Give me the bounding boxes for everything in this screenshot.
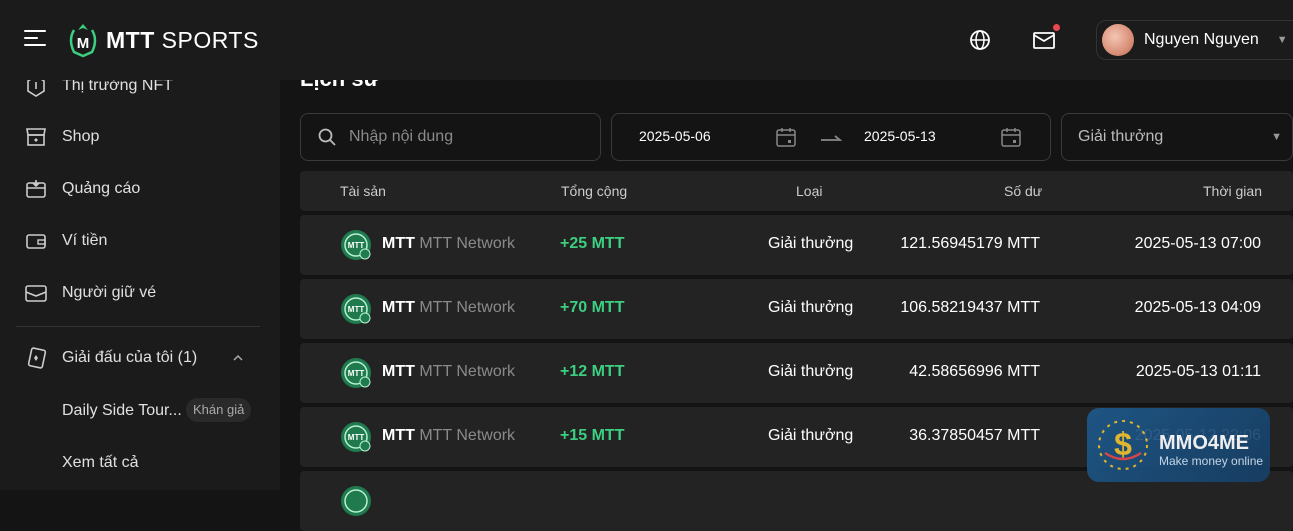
- sidebar-item-my-tournaments[interactable]: Giải đấu của tôi (1): [24, 345, 197, 371]
- ads-icon: [26, 180, 46, 198]
- sidebar-item-label: Quảng cáo: [62, 180, 141, 197]
- svg-text:M: M: [77, 35, 90, 52]
- asset-cell: MTT MTT Network: [382, 427, 515, 445]
- logo-icon: M: [69, 24, 97, 58]
- asset-network: MTT Network: [419, 427, 516, 444]
- cards-icon: [27, 347, 47, 369]
- search-input[interactable]: [349, 128, 589, 146]
- total-cell: +12 MTT: [560, 363, 625, 380]
- sidebar-subitem-view-all[interactable]: Xem tất cả: [62, 454, 138, 472]
- sidebar-item-ticket-holder[interactable]: Người giữ vé: [24, 280, 156, 306]
- balance-cell: 106.58219437 MTT: [900, 299, 1040, 316]
- calendar-icon[interactable]: [775, 126, 797, 148]
- logo-rest: SPORTS: [154, 26, 259, 53]
- asset-symbol: MTT: [382, 299, 415, 316]
- column-header-time: Thời gian: [1203, 183, 1262, 199]
- balance-cell: 121.56945179 MTT: [900, 235, 1040, 252]
- date-to[interactable]: 2025-05-13: [864, 128, 936, 144]
- type-cell: Giải thưởng: [768, 235, 854, 252]
- asset-cell: MTT MTT Network: [382, 299, 515, 317]
- time-cell: 2025-05-13 01:11: [1135, 363, 1261, 380]
- watermark-subtitle: Make money online: [1159, 454, 1264, 468]
- type-cell: Giải thưởng: [768, 427, 854, 444]
- notification-dot: [1053, 24, 1060, 31]
- chevron-up-icon[interactable]: [232, 352, 244, 364]
- asset-symbol: MTT: [382, 363, 415, 380]
- asset-network: MTT Network: [419, 363, 516, 380]
- sidebar-item-shop[interactable]: Shop: [24, 124, 99, 150]
- status-badge: Khán giả: [186, 398, 252, 422]
- type-filter-value: Giải thưởng: [1078, 128, 1164, 145]
- dollar-globe-icon: $: [1098, 420, 1148, 470]
- logo[interactable]: M MTT SPORTS: [66, 22, 259, 58]
- sidebar: Thị trường NFT Shop Quảng cáo Ví tiền Ng…: [0, 75, 280, 490]
- table-row[interactable]: MTT MTT MTT Network +25 MTT Giải thưởng 121.…: [300, 215, 1293, 275]
- mtt-coin-icon: MTT: [341, 230, 371, 260]
- time-cell: 2025-05-13 07:00: [1134, 235, 1261, 252]
- wallet-icon: [26, 234, 46, 249]
- globe-icon[interactable]: [968, 28, 992, 52]
- sidebar-item-label: Ví tiền: [62, 232, 108, 249]
- type-filter-select[interactable]: Giải thưởng ▼: [1061, 113, 1293, 161]
- search-icon: [318, 128, 336, 146]
- column-header-total: Tổng cộng: [561, 183, 628, 199]
- avatar: [1102, 24, 1134, 56]
- shop-icon: [26, 128, 46, 146]
- balance-cell: 36.37850457 MTT: [909, 427, 1040, 444]
- svg-text:MTT: MTT: [348, 433, 365, 442]
- sidebar-item-label: Giải đấu của tôi (1): [62, 349, 198, 366]
- table-row[interactable]: MTT MTT MTT Network +12 MTT Giải thưởng 42.5…: [300, 343, 1293, 403]
- asset-cell: MTT MTT Network: [382, 235, 515, 253]
- svg-text:MTT: MTT: [348, 241, 365, 250]
- sidebar-item-ads[interactable]: Quảng cáo: [24, 176, 140, 202]
- watermark-title: MMO4ME: [1159, 432, 1249, 454]
- column-header-asset: Tài sản: [340, 183, 386, 199]
- mail-icon: [1033, 32, 1055, 49]
- mtt-coin-icon: MTT: [341, 358, 371, 388]
- table-row[interactable]: MTT MTT MTT Network +70 MTT Giải thưởng 106.…: [300, 279, 1293, 339]
- range-arrow-icon: [821, 135, 842, 141]
- svg-text:MTT: MTT: [348, 305, 365, 314]
- table-header: Tài sản Tổng cộng Loại Số dư Thời gian: [300, 171, 1293, 211]
- mtt-coin-icon: MTT: [341, 294, 371, 324]
- total-cell: +25 MTT: [560, 235, 625, 252]
- column-header-balance: Số dư: [1004, 183, 1043, 199]
- watermark-logo: $ MMO4ME Make money online: [1087, 408, 1270, 482]
- balance-cell: 42.58656996 MTT: [909, 363, 1040, 380]
- date-range-picker[interactable]: 2025-05-06 2025-05-13: [611, 113, 1051, 161]
- logo-bold: MTT: [106, 26, 155, 53]
- top-bar: M MTT SPORTS Nguyen Nguyen ▼: [0, 0, 1293, 80]
- asset-cell: MTT MTT Network: [382, 363, 515, 381]
- calendar-icon[interactable]: [1000, 126, 1022, 148]
- sidebar-divider: [16, 326, 260, 327]
- chevron-down-icon: ▼: [1271, 131, 1282, 143]
- sidebar-item-label: Shop: [62, 128, 100, 145]
- user-name: Nguyen Nguyen: [1144, 31, 1259, 48]
- date-from[interactable]: 2025-05-06: [639, 128, 711, 144]
- ticket-holder-icon: [25, 285, 47, 302]
- type-cell: Giải thưởng: [768, 363, 854, 380]
- sidebar-item-label: Người giữ vé: [62, 284, 157, 301]
- time-cell: 2025-05-13 04:09: [1134, 299, 1261, 316]
- mail-button[interactable]: [1032, 24, 1060, 52]
- chevron-down-icon: ▼: [1276, 34, 1288, 46]
- menu-icon[interactable]: [24, 30, 46, 50]
- column-header-type: Loại: [796, 183, 823, 199]
- svg-text:$: $: [1114, 426, 1132, 462]
- asset-symbol: MTT: [382, 235, 415, 252]
- sidebar-subitem-daily-side-tour[interactable]: Daily Side Tour...: [62, 402, 182, 420]
- total-cell: +15 MTT: [560, 427, 625, 444]
- asset-network: MTT Network: [419, 299, 516, 316]
- asset-symbol: MTT: [382, 427, 415, 444]
- user-menu[interactable]: Nguyen Nguyen ▼: [1096, 20, 1293, 60]
- total-cell: +70 MTT: [560, 299, 625, 316]
- search-box[interactable]: [300, 113, 601, 161]
- svg-text:MTT: MTT: [348, 369, 365, 378]
- type-cell: Giải thưởng: [768, 299, 854, 316]
- asset-network: MTT Network: [419, 235, 516, 252]
- mtt-coin-icon: MTT: [341, 422, 371, 452]
- sidebar-item-wallet[interactable]: Ví tiền: [24, 228, 107, 254]
